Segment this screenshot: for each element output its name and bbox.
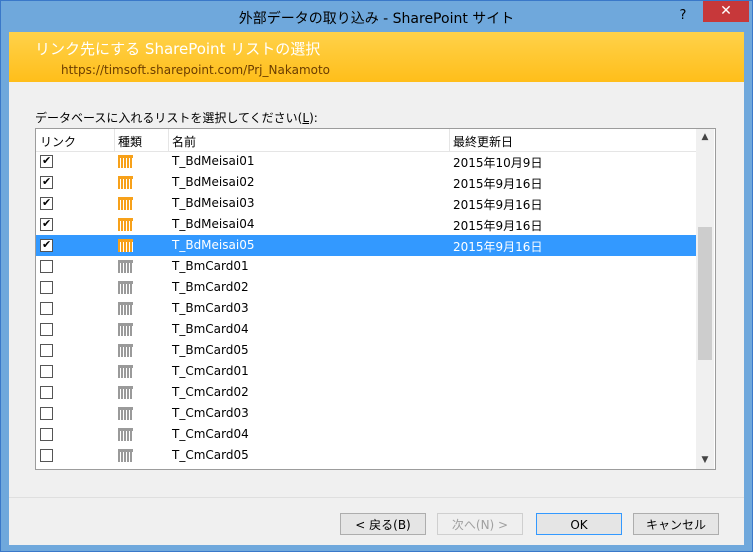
list-item[interactable]: T_CmCard05	[36, 445, 696, 466]
scroll-thumb[interactable]	[698, 227, 712, 360]
checkmark-icon: ✔	[42, 154, 52, 167]
list-name: T_CmCard02	[172, 385, 249, 399]
list-modified-date: 2015年9月16日	[453, 177, 543, 191]
link-checkbox[interactable]: ✔	[40, 175, 53, 189]
list-item[interactable]: T_BmCard01	[36, 256, 696, 277]
window-title: 外部データの取り込み - SharePoint サイト	[238, 11, 515, 27]
list-name: T_CmCard03	[172, 406, 249, 420]
list-modified-date: 2015年9月16日	[453, 240, 543, 254]
table-gray-icon	[118, 386, 133, 399]
checkmark-icon: ✔	[42, 196, 52, 209]
table-gray-icon	[118, 428, 133, 441]
ok-button[interactable]: OK	[536, 513, 622, 535]
table-colored-icon	[118, 197, 133, 210]
link-checkbox[interactable]	[40, 407, 53, 420]
list-name: T_BdMeisai01	[172, 154, 255, 168]
link-checkbox[interactable]	[40, 365, 53, 378]
table-colored-icon	[118, 218, 133, 231]
list-item[interactable]: T_CmCard02	[36, 382, 696, 403]
list-name: T_CmCard05	[172, 448, 249, 462]
dialog-client: リンク先にする SharePoint リストの選択 https://timsof…	[9, 32, 744, 545]
list-name: T_BmCard03	[172, 301, 249, 315]
link-checkbox[interactable]: ✔	[40, 217, 53, 231]
column-header-name[interactable]: 名前	[172, 133, 196, 150]
list-name: T_BmCard01	[172, 259, 249, 273]
help-button[interactable]: ?	[671, 7, 695, 25]
link-checkbox[interactable]	[40, 449, 53, 462]
scroll-down-arrow-icon[interactable]: ▼	[696, 452, 714, 469]
checkmark-icon: ✔	[42, 238, 52, 251]
list-name: T_BdMeisai04	[172, 217, 255, 231]
list-item[interactable]: T_CmCard01	[36, 361, 696, 382]
table-gray-icon	[118, 365, 133, 378]
link-checkbox[interactable]: ✔	[40, 154, 53, 168]
table-colored-icon	[118, 239, 133, 252]
list-header: リンク 種類 名前 最終更新日	[36, 129, 696, 152]
dialog-window: 外部データの取り込み - SharePoint サイト ? ✕ リンク先にする …	[0, 0, 753, 552]
list-modified-date: 2015年9月16日	[453, 198, 543, 212]
list-modified-date: 2015年10月9日	[453, 156, 543, 170]
list-rows: ✔ T_BdMeisai01 2015年10月9日 ✔ T_BdMeisai02 2015…	[36, 151, 696, 469]
link-checkbox[interactable]	[40, 428, 53, 441]
table-gray-icon	[118, 407, 133, 420]
table-colored-icon	[118, 155, 133, 168]
title-bar[interactable]: 外部データの取り込み - SharePoint サイト ? ✕	[1, 1, 752, 32]
list-item[interactable]: ✔ T_BdMeisai04 2015年9月16日	[36, 214, 696, 235]
table-gray-icon	[118, 449, 133, 462]
next-button[interactable]: 次へ(N) >	[437, 513, 523, 535]
table-gray-icon	[118, 323, 133, 336]
cancel-button[interactable]: キャンセル	[633, 513, 719, 535]
list-item[interactable]: ✔ T_BdMeisai05 2015年9月16日	[36, 235, 696, 256]
table-colored-icon	[118, 176, 133, 189]
vertical-scrollbar[interactable]: ▲ ▼	[696, 129, 714, 469]
link-checkbox[interactable]: ✔	[40, 238, 53, 252]
list-item[interactable]: ✔ T_BdMeisai02 2015年9月16日	[36, 172, 696, 193]
list-item[interactable]: T_BmCard04	[36, 319, 696, 340]
table-gray-icon	[118, 260, 133, 273]
column-header-link[interactable]: リンク	[40, 133, 76, 150]
list-name: T_BdMeisai02	[172, 175, 255, 189]
banner-title: リンク先にする SharePoint リストの選択	[35, 40, 321, 58]
table-gray-icon	[118, 281, 133, 294]
list-name: T_CmCard04	[172, 427, 249, 441]
list-item[interactable]: ✔ T_BdMeisai01 2015年10月9日	[36, 151, 696, 172]
link-checkbox[interactable]	[40, 260, 53, 273]
list-item[interactable]: T_BmCard03	[36, 298, 696, 319]
list-name: T_BdMeisai03	[172, 196, 255, 210]
table-gray-icon	[118, 344, 133, 357]
list-modified-date: 2015年9月16日	[453, 219, 543, 233]
column-header-kind[interactable]: 種類	[118, 133, 142, 150]
list-item[interactable]: ✔ T_BdMeisai03 2015年9月16日	[36, 193, 696, 214]
list-name: T_CmCard01	[172, 364, 249, 378]
list-item[interactable]: T_CmCard03	[36, 403, 696, 424]
link-checkbox[interactable]: ✔	[40, 196, 53, 210]
button-bar: < 戻る(B) 次へ(N) > OK キャンセル	[9, 497, 744, 545]
instruction-suffix: ):	[309, 111, 318, 125]
list-name: T_BdMeisai05	[172, 238, 255, 252]
list-name: T_BmCard02	[172, 280, 249, 294]
link-checkbox[interactable]	[40, 323, 53, 336]
checkmark-icon: ✔	[42, 217, 52, 230]
link-checkbox[interactable]	[40, 386, 53, 399]
header-banner: リンク先にする SharePoint リストの選択 https://timsof…	[9, 32, 744, 82]
list-instruction: データベースに入れるリストを選択してください(L):	[35, 109, 318, 126]
list-item[interactable]: T_BmCard05	[36, 340, 696, 361]
instruction-text: データベースに入れるリストを選択してください(	[35, 111, 303, 125]
link-checkbox[interactable]	[40, 302, 53, 315]
checkmark-icon: ✔	[42, 175, 52, 188]
list-item[interactable]: T_CmCard04	[36, 424, 696, 445]
link-checkbox[interactable]	[40, 344, 53, 357]
list-item[interactable]: T_BmCard02	[36, 277, 696, 298]
column-header-modified[interactable]: 最終更新日	[453, 133, 513, 150]
scroll-up-arrow-icon[interactable]: ▲	[696, 129, 714, 146]
banner-url: https://timsoft.sharepoint.com/Prj_Nakam…	[61, 63, 331, 77]
back-button[interactable]: < 戻る(B)	[340, 513, 426, 535]
table-gray-icon	[118, 302, 133, 315]
list-name: T_BmCard04	[172, 322, 249, 336]
sharepoint-list-view[interactable]: リンク 種類 名前 最終更新日 ✔ T_BdMeisai01 2015年10月9日 ✔…	[35, 128, 716, 470]
list-name: T_BmCard05	[172, 343, 249, 357]
link-checkbox[interactable]	[40, 281, 53, 294]
close-button[interactable]: ✕	[703, 1, 749, 22]
